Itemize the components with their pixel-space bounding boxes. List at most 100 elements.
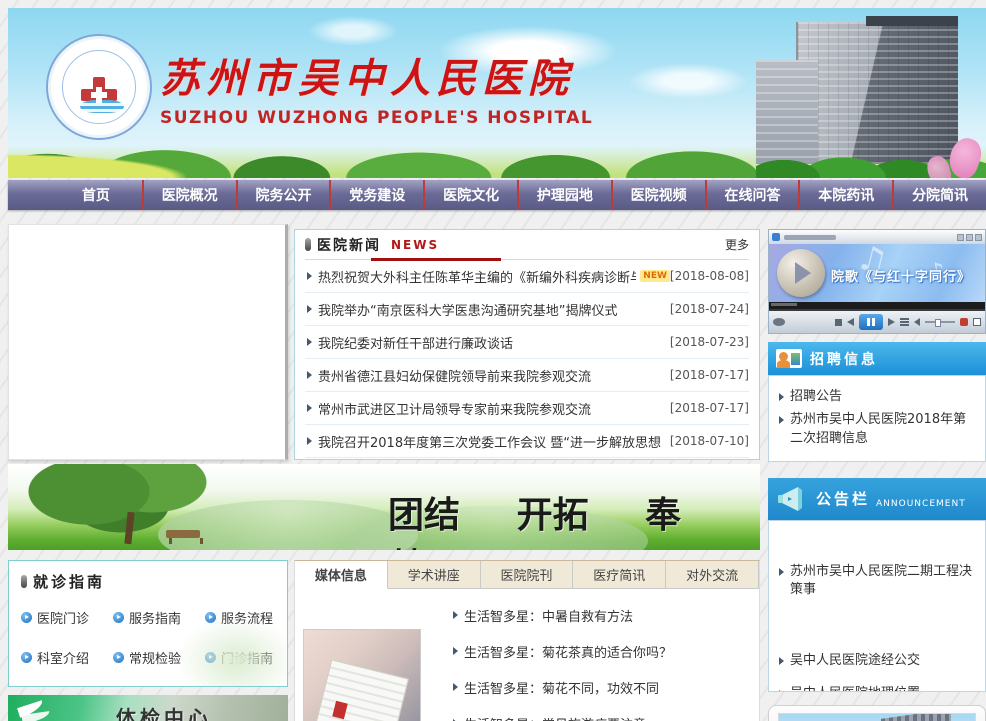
hospital-name-cn: 苏州市吴中人民医院 bbox=[160, 46, 593, 104]
media-article-link[interactable]: 生活智多星：菊花不同，功效不同 bbox=[451, 669, 749, 705]
play-button[interactable] bbox=[777, 249, 825, 297]
tab-academic-lectures[interactable]: 学术讲座 bbox=[388, 561, 481, 588]
tab-hospital-journal[interactable]: 医院院刊 bbox=[481, 561, 574, 588]
announcement-link-label: 吴中人民医院地理位置 bbox=[790, 685, 920, 691]
guide-link-outpatient[interactable]: 医院门诊 bbox=[21, 608, 113, 627]
minimize-icon[interactable] bbox=[957, 234, 964, 241]
checkup-center-title: 体检中心 bbox=[116, 702, 212, 721]
pause-button[interactable] bbox=[859, 314, 883, 330]
news-link[interactable]: 热烈祝贺大外科主任陈革华主编的《新编外科疾病诊断与治 bbox=[318, 267, 636, 286]
media-article-link[interactable]: 生活智多星：中暑自救有方法 bbox=[451, 597, 749, 633]
news-link[interactable]: 常州市武进区卫计局领导专家前来我院参观交流 bbox=[318, 399, 591, 418]
recruit-link-label: 招聘公告 bbox=[790, 388, 842, 407]
swoosh-logo-icon bbox=[18, 700, 52, 721]
previous-icon[interactable] bbox=[847, 318, 854, 326]
player-screen[interactable]: ♫ ♪ ♪ 院歌《与红十字同行》 bbox=[769, 244, 985, 302]
page-container: 苏州市吴中人民医院 SUZHOU WUZHONG PEOPLE'S HOSPIT… bbox=[8, 8, 986, 721]
nav-item-party-building[interactable]: 党务建设 bbox=[329, 180, 423, 210]
close-icon[interactable] bbox=[975, 234, 982, 241]
hospital-intro-card[interactable]: 医院简介 bbox=[768, 705, 986, 721]
nav-item-nursing[interactable]: 护理园地 bbox=[517, 180, 611, 210]
arrow-bullet-icon bbox=[779, 416, 784, 424]
news-item: 常州市武进区卫计局领导专家前来我院参观交流 [2018-07-17] bbox=[305, 392, 749, 425]
nav-item-home[interactable]: 首页 bbox=[50, 180, 142, 210]
hospital-intro-image: 医院简介 bbox=[778, 713, 976, 721]
news-date: [2018-07-23] bbox=[670, 335, 749, 349]
slideshow[interactable] bbox=[8, 224, 288, 460]
arrow-bullet-icon bbox=[307, 371, 312, 379]
news-item: 贵州省德江县妇幼保健院领导前来我院参观交流 [2018-07-17] bbox=[305, 359, 749, 392]
hospital-name-en: SUZHOU WUZHONG PEOPLE'S HOSPITAL bbox=[160, 108, 593, 128]
media-article-link[interactable]: 生活智多星：常见旅游病要注意 bbox=[451, 705, 749, 721]
arrow-bullet-icon bbox=[307, 338, 312, 346]
recruit-link[interactable]: 招聘公告 bbox=[777, 388, 977, 407]
volume-slider[interactable] bbox=[925, 321, 955, 323]
announcement-title: 公告栏 bbox=[816, 488, 870, 509]
news-date: [2018-08-08] bbox=[670, 269, 749, 283]
guide-link-label: 门诊指南 bbox=[221, 648, 273, 667]
playlist-icon[interactable] bbox=[900, 318, 909, 326]
circle-arrow-icon bbox=[113, 652, 124, 663]
site-title: 苏州市吴中人民医院 SUZHOU WUZHONG PEOPLE'S HOSPIT… bbox=[160, 46, 593, 128]
nav-item-videos[interactable]: 医院视频 bbox=[611, 180, 705, 210]
news-link[interactable]: 我院举办“南京医科大学医患沟通研究基地”揭牌仪式 bbox=[318, 300, 617, 319]
announcement-link-label: 吴中人民医院途经公交 bbox=[790, 652, 920, 671]
recruit-link[interactable]: 苏州市吴中人民医院2018年第二次招聘信息 bbox=[777, 411, 977, 449]
volume-icon[interactable] bbox=[914, 318, 920, 326]
guide-panel-header: 就诊指南 bbox=[21, 571, 287, 592]
hospital-logo bbox=[46, 34, 152, 140]
left-main-column: 医院新闻 NEWS 更多 热烈祝贺大外科主任陈革华主编的《新编外科疾病诊断与治 … bbox=[8, 224, 760, 721]
recruit-title: 招聘信息 bbox=[810, 349, 878, 369]
news-link[interactable]: 贵州省德江县妇幼保健院领导前来我院参观交流 bbox=[318, 366, 591, 385]
recruit-header: 招聘信息 bbox=[768, 342, 986, 375]
announcement-header: 公告栏 ANNOUNCEMENT bbox=[768, 478, 986, 520]
white-cross-icon bbox=[91, 87, 107, 103]
tab-media-info[interactable]: 媒体信息 bbox=[295, 561, 388, 589]
nav-item-culture[interactable]: 医院文化 bbox=[423, 180, 517, 210]
announcement-subtitle: ANNOUNCEMENT bbox=[876, 499, 966, 509]
media-info-panel: 媒体信息 学术讲座 医院院刊 医疗简讯 对外交流 生活智多星：中暑自救有方法 生… bbox=[294, 560, 760, 721]
nav-item-qa[interactable]: 在线问答 bbox=[705, 180, 799, 210]
player-progress-bar[interactable] bbox=[769, 302, 985, 311]
news-link[interactable]: 我院纪委对新任干部进行廉政谈话 bbox=[318, 333, 513, 352]
guide-link-routine-tests[interactable]: 常规检验 bbox=[113, 648, 205, 667]
fullscreen-icon[interactable] bbox=[973, 318, 981, 326]
record-icon[interactable] bbox=[960, 318, 968, 326]
guide-column: 就诊指南 医院门诊 服务指南 服务流程 科室介绍 常规检验 门诊指南 健康体检 … bbox=[8, 560, 288, 721]
media-article-label: 生活智多星：菊花不同，功效不同 bbox=[464, 678, 659, 697]
arrow-bullet-icon bbox=[453, 611, 458, 619]
recruit-panel: 招聘公告 苏州市吴中人民医院2018年第二次招聘信息 bbox=[768, 375, 986, 462]
guide-link-outpatient-guide[interactable]: 门诊指南 bbox=[205, 648, 287, 667]
tab-external-exchange[interactable]: 对外交流 bbox=[666, 561, 759, 588]
news-link[interactable]: 我院召开2018年度第三次党委工作会议 暨“进一步解放思想 bbox=[318, 432, 661, 451]
tab-medical-briefs[interactable]: 医疗简讯 bbox=[573, 561, 666, 588]
news-date: [2018-07-24] bbox=[670, 302, 749, 316]
guide-link-label: 服务指南 bbox=[129, 608, 181, 627]
maximize-icon[interactable] bbox=[966, 234, 973, 241]
announcement-link[interactable]: 吴中人民医院地理位置 bbox=[777, 685, 977, 691]
nav-item-branch-news[interactable]: 分院简讯 bbox=[892, 180, 986, 210]
announcement-link[interactable]: 吴中人民医院途经公交 bbox=[777, 652, 977, 671]
nav-item-pharmacy-news[interactable]: 本院药讯 bbox=[798, 180, 892, 210]
news-item: 我院纪委对新任干部进行廉政谈话 [2018-07-23] bbox=[305, 326, 749, 359]
arrow-bullet-icon bbox=[779, 568, 784, 576]
guide-link-service-flow[interactable]: 服务流程 bbox=[205, 608, 287, 627]
arrow-bullet-icon bbox=[307, 437, 312, 445]
next-icon[interactable] bbox=[888, 318, 895, 326]
media-article-link[interactable]: 生活智多星：菊花茶真的适合你吗？ bbox=[451, 633, 749, 669]
guide-links-grid: 医院门诊 服务指南 服务流程 科室介绍 常规检验 门诊指南 健康体检 住院指南 … bbox=[21, 608, 287, 687]
nav-item-overview[interactable]: 医院概况 bbox=[142, 180, 236, 210]
news-more-link[interactable]: 更多 bbox=[725, 236, 749, 253]
announcement-link[interactable]: 苏州市吴中人民医院二期工程决策事 bbox=[777, 563, 977, 601]
right-sidebar: ♫ ♪ ♪ 院歌《与红十字同行》 bbox=[768, 224, 986, 721]
guide-link-service-guide[interactable]: 服务指南 bbox=[113, 608, 205, 627]
player-app-icon bbox=[772, 233, 780, 241]
guide-link-label: 服务流程 bbox=[221, 608, 273, 627]
checkup-center-banner[interactable]: 体检中心 bbox=[8, 695, 288, 721]
nav-item-public-affairs[interactable]: 院务公开 bbox=[236, 180, 330, 210]
stop-icon[interactable] bbox=[835, 319, 842, 326]
player-mode-icon[interactable] bbox=[773, 318, 785, 326]
guide-link-departments[interactable]: 科室介绍 bbox=[21, 648, 113, 667]
slogan-text: 团结 开拓 奉献 bbox=[388, 486, 760, 550]
grass-decor bbox=[8, 152, 308, 178]
